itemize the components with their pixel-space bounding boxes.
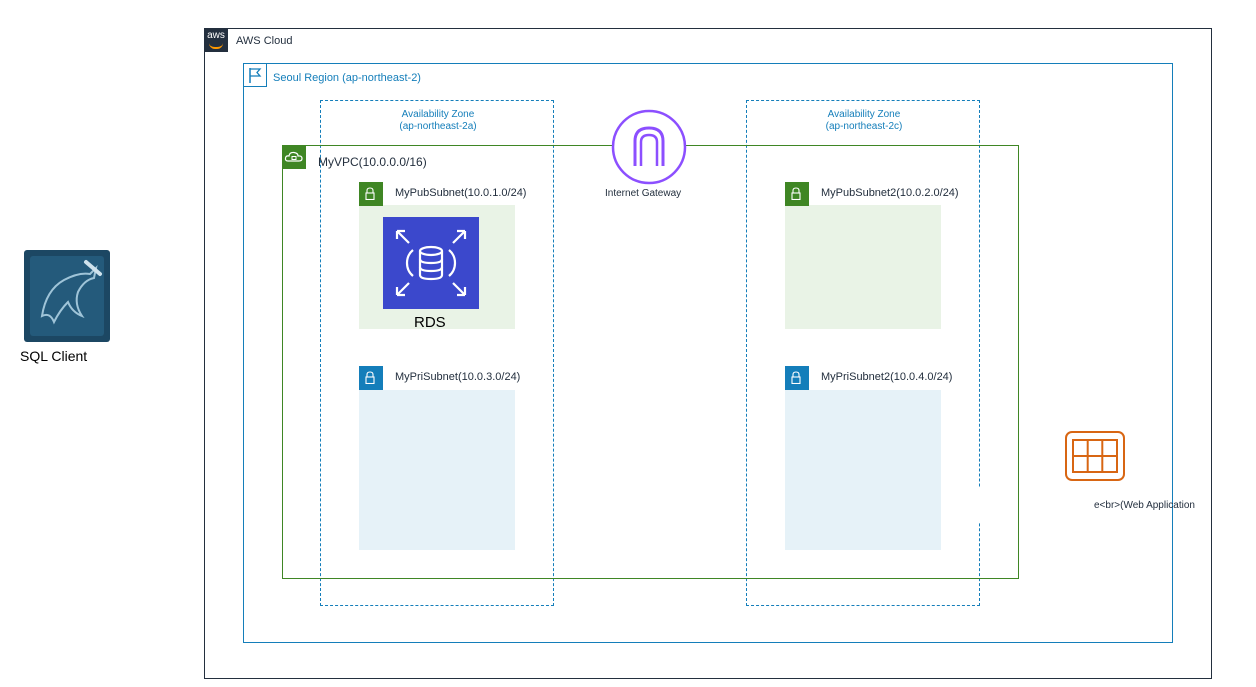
private-subnet-2-area — [785, 390, 941, 550]
public-subnet-2-area — [785, 205, 941, 329]
az-c-label-line2: (ap-northeast-2c) — [825, 121, 903, 132]
rds-label: RDS — [414, 314, 446, 331]
web-application-label: e<br>(Web Application — [1094, 500, 1195, 511]
connector-gap — [978, 488, 1018, 522]
padlock-icon — [785, 366, 809, 390]
aws-logo-icon: aws — [204, 28, 228, 52]
az-c-label-line1: Availability Zone — [827, 109, 901, 120]
az-a-label-line2: (ap-northeast-2a) — [399, 121, 477, 132]
az-a-label-line1: Availability Zone — [401, 109, 475, 120]
aws-logo-text: aws — [207, 30, 225, 41]
aws-cloud-label: AWS Cloud — [236, 35, 293, 47]
az-a-label: Availability Zone (ap-northeast-2a) — [321, 109, 555, 133]
private-subnet-1-label: MyPriSubnet(10.0.3.0/24) — [391, 371, 525, 383]
az-c-label: Availability Zone (ap-northeast-2c) — [747, 109, 981, 133]
cloud-lock-icon — [282, 145, 306, 169]
sql-client-label: SQL Client — [20, 348, 88, 364]
padlock-icon — [359, 182, 383, 206]
padlock-icon — [359, 366, 383, 390]
internet-gateway-label: Internet Gateway — [605, 188, 682, 199]
public-subnet-1-label: MyPubSubnet(10.0.1.0/24) — [391, 187, 531, 199]
private-subnet-1-area — [359, 390, 515, 550]
group-grid-icon[interactable] — [1064, 430, 1126, 482]
vpc-label: MyVPC(10.0.0.0/16) — [318, 155, 427, 169]
padlock-icon — [785, 182, 809, 206]
flag-icon — [243, 63, 267, 87]
public-subnet-2-label: MyPubSubnet2(10.0.2.0/24) — [817, 187, 963, 199]
region-label: Seoul Region (ap-northeast-2) — [273, 72, 421, 84]
rds-database-icon[interactable] — [383, 217, 479, 309]
internet-gateway-icon[interactable] — [610, 108, 688, 186]
mysql-dolphin-icon[interactable] — [24, 250, 110, 342]
private-subnet-2-label: MyPriSubnet2(10.0.4.0/24) — [817, 371, 957, 383]
